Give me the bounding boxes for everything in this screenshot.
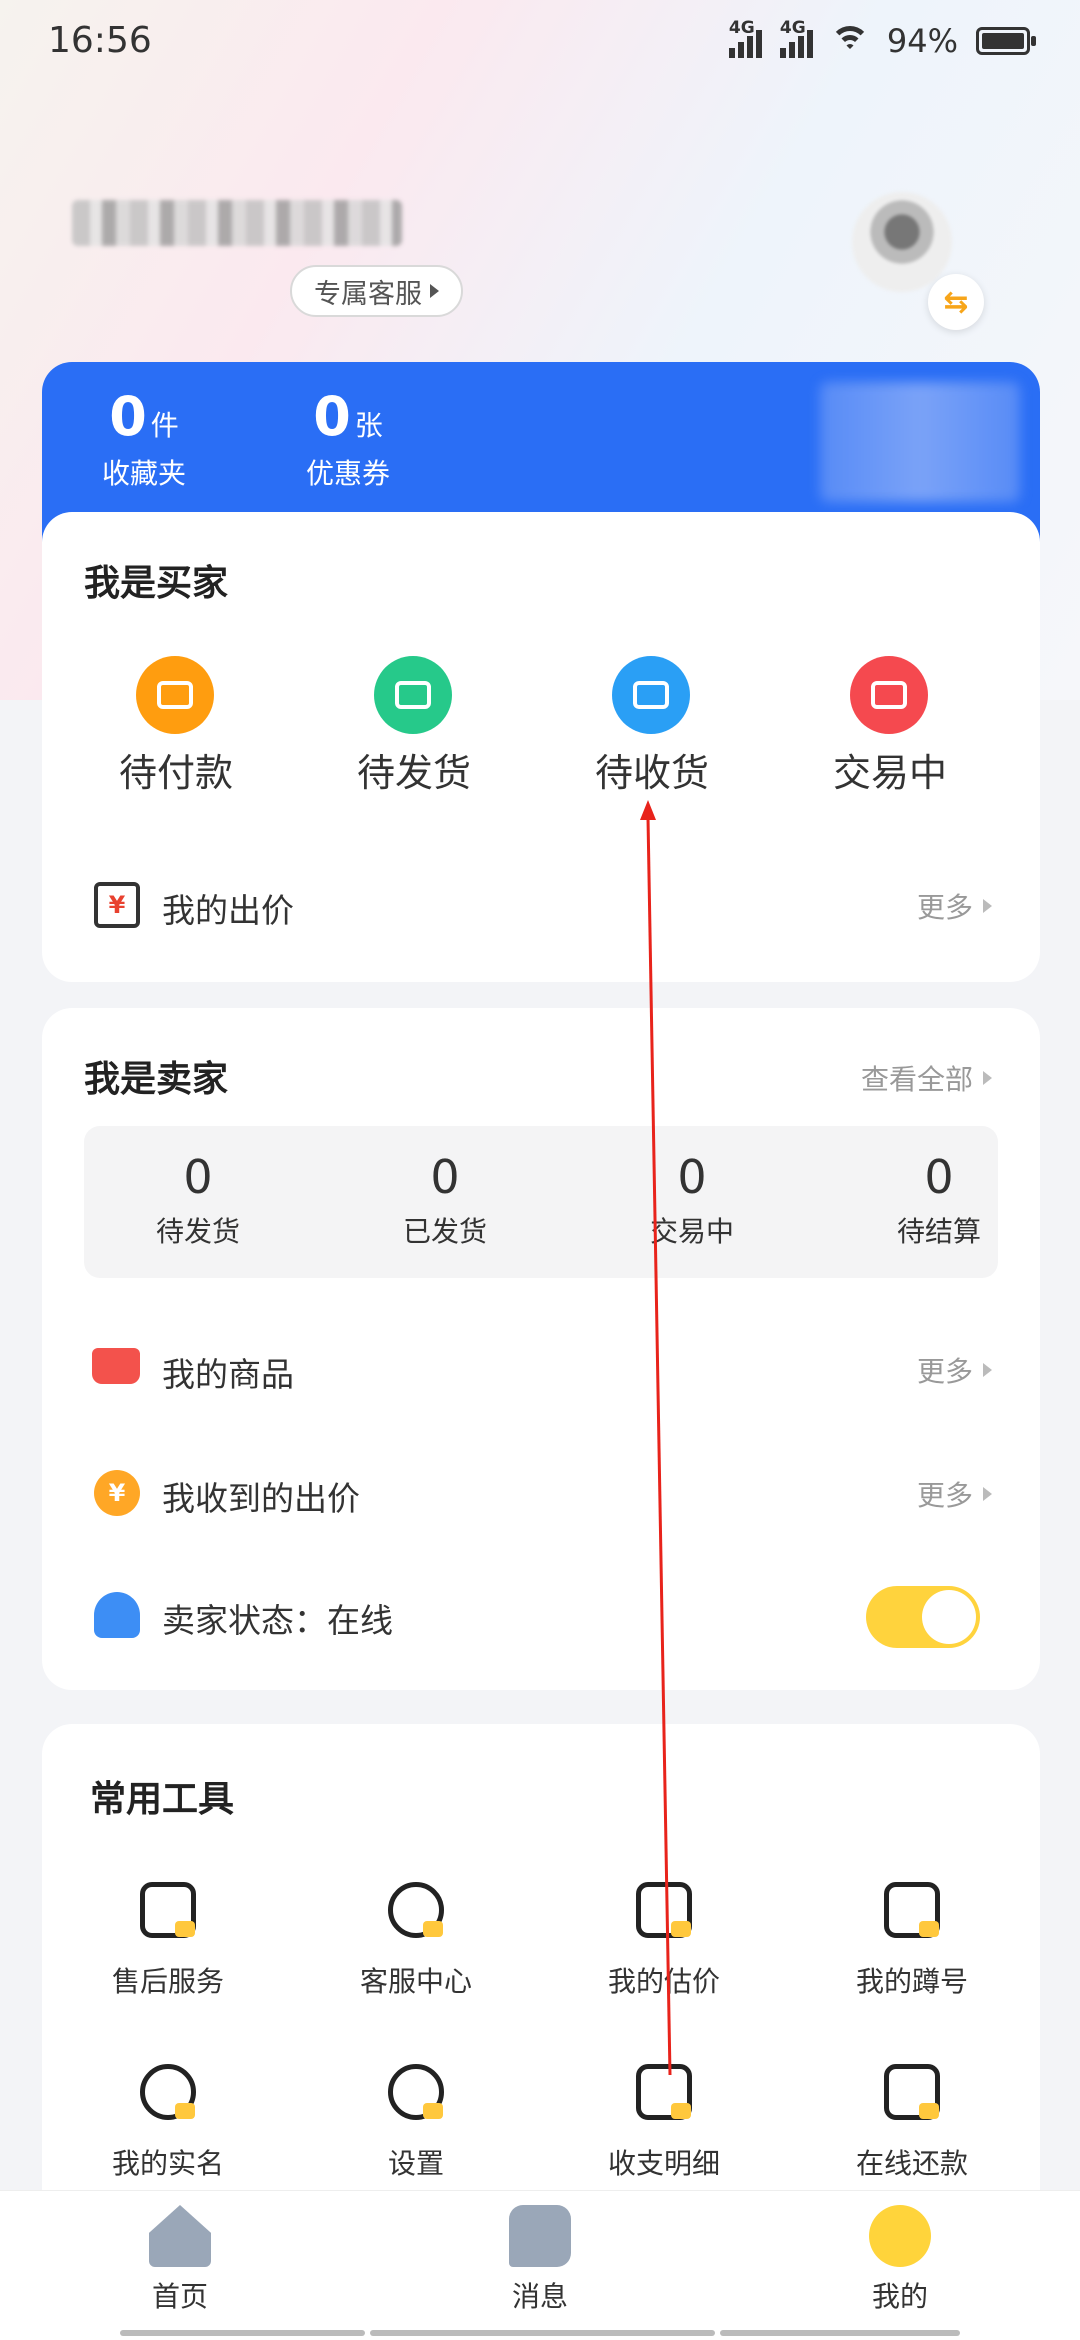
- profile-icon: [869, 2205, 931, 2267]
- watch-account-icon: [884, 1882, 940, 1938]
- my-bids-row[interactable]: 我的出价: [162, 884, 294, 932]
- tool-customer-service[interactable]: 客服中心: [316, 1882, 516, 2000]
- folder-icon: [92, 1348, 140, 1384]
- nav-home[interactable]: 首页: [70, 2205, 290, 2315]
- switch-account-icon[interactable]: ⇆: [928, 274, 984, 330]
- message-icon: [509, 2205, 571, 2267]
- my-goods-row[interactable]: 我的商品: [162, 1348, 294, 1396]
- tool-ledger[interactable]: 收支明细: [564, 2064, 764, 2182]
- battery-icon: [976, 27, 1036, 55]
- pending-payment-label[interactable]: 待付款: [76, 742, 276, 797]
- gesture-bar-right: [720, 2330, 960, 2336]
- nav-profile[interactable]: 我的: [790, 2205, 1010, 2315]
- username-blurred[interactable]: [72, 200, 402, 246]
- pending-shipment-icon[interactable]: [374, 656, 452, 734]
- avatar[interactable]: [852, 192, 952, 292]
- tools-card: 常用工具 售后服务 客服中心 我的估价 我的蹲号 我的实名 设置 收支明细 在线…: [42, 1724, 1040, 2244]
- pending-shipment-label[interactable]: 待发货: [314, 742, 514, 797]
- seller-view-all-link[interactable]: 查看全部: [861, 1058, 992, 1098]
- exclusive-service-button[interactable]: 专属客服: [290, 265, 463, 317]
- chevron-right-icon: [430, 284, 439, 298]
- seller-online-toggle[interactable]: [866, 1586, 980, 1648]
- gesture-bar-center: [370, 2330, 715, 2336]
- buyer-title: 我是买家: [84, 563, 229, 604]
- gear-icon: [388, 2064, 444, 2120]
- real-name-icon: [140, 2064, 196, 2120]
- cellular-signal-icon: 4G: [728, 18, 762, 58]
- seller-stat-shipped[interactable]: 0 已发货: [345, 1154, 545, 1250]
- tool-real-name[interactable]: 我的实名: [68, 2064, 268, 2182]
- tool-watch-account[interactable]: 我的蹲号: [812, 1882, 1012, 2000]
- seller-stats-box: 0 待发货 0 已发货 0 交易中 0 待结算: [84, 1126, 998, 1278]
- my-bids-more-link[interactable]: 更多: [917, 886, 992, 926]
- seller-status-label: 卖家状态：在线: [162, 1601, 393, 1640]
- my-goods-more-link[interactable]: 更多: [917, 1350, 992, 1390]
- status-time: 16:56: [48, 20, 152, 61]
- wallet-icon: [884, 2064, 940, 2120]
- wifi-icon: [830, 26, 869, 56]
- seller-title: 我是卖家: [84, 1059, 229, 1100]
- tool-my-estimate[interactable]: 我的估价: [564, 1882, 764, 2000]
- nav-messages[interactable]: 消息: [430, 2205, 650, 2315]
- in-transaction-icon[interactable]: [850, 656, 928, 734]
- pending-payment-icon[interactable]: [136, 656, 214, 734]
- received-bids-row[interactable]: 我收到的出价: [162, 1472, 360, 1520]
- tool-online-repay[interactable]: 在线还款: [812, 2064, 1012, 2182]
- buyer-card: 我是买家 待付款 待发货 待收货 交易中 ¥ 我的出价 更多: [42, 512, 1040, 982]
- estimate-icon: [636, 1882, 692, 1938]
- yuan-bid-icon: ¥: [94, 882, 140, 928]
- headset-icon: [388, 1882, 444, 1938]
- yuan-coin-icon: ¥: [94, 1470, 140, 1516]
- seller-stat-in-transaction[interactable]: 0 交易中: [592, 1154, 792, 1250]
- chevron-right-icon: [983, 1363, 992, 1377]
- tool-after-sales[interactable]: 售后服务: [68, 1882, 268, 2000]
- tool-settings[interactable]: 设置: [316, 2064, 516, 2182]
- status-bar: 16:56 4G 4G 94%: [0, 0, 1080, 84]
- in-transaction-label[interactable]: 交易中: [790, 742, 990, 797]
- received-bids-more-link[interactable]: 更多: [917, 1474, 992, 1514]
- coupons-stat[interactable]: 0张 优惠券: [306, 390, 390, 492]
- pending-receipt-label[interactable]: 待收货: [552, 742, 752, 797]
- ledger-icon: [636, 2064, 692, 2120]
- gesture-bar-left: [120, 2330, 365, 2336]
- chevron-right-icon: [983, 1487, 992, 1501]
- seller-card: 我是卖家 查看全部 0 待发货 0 已发货 0 交易中 0 待结算 我的商品 更多 ¥ …: [42, 1008, 1040, 1690]
- tools-title: 常用工具: [90, 1779, 235, 1820]
- cellular-signal-icon-2: 4G: [779, 18, 813, 58]
- seller-stat-to-ship[interactable]: 0 待发货: [98, 1154, 298, 1250]
- battery-percent: 94%: [886, 22, 958, 60]
- banner-image-blurred: [820, 382, 1020, 502]
- seller-user-icon: [94, 1592, 140, 1638]
- bottom-nav: 首页 消息 我的: [0, 2190, 1080, 2340]
- pending-receipt-icon[interactable]: [612, 656, 690, 734]
- favorites-stat[interactable]: 0件 收藏夹: [102, 390, 186, 492]
- chevron-right-icon: [983, 899, 992, 913]
- home-icon: [149, 2205, 211, 2267]
- clipboard-icon: [140, 1882, 196, 1938]
- seller-stat-to-settle[interactable]: 0 待结算: [839, 1154, 1039, 1250]
- chevron-right-icon: [983, 1071, 992, 1085]
